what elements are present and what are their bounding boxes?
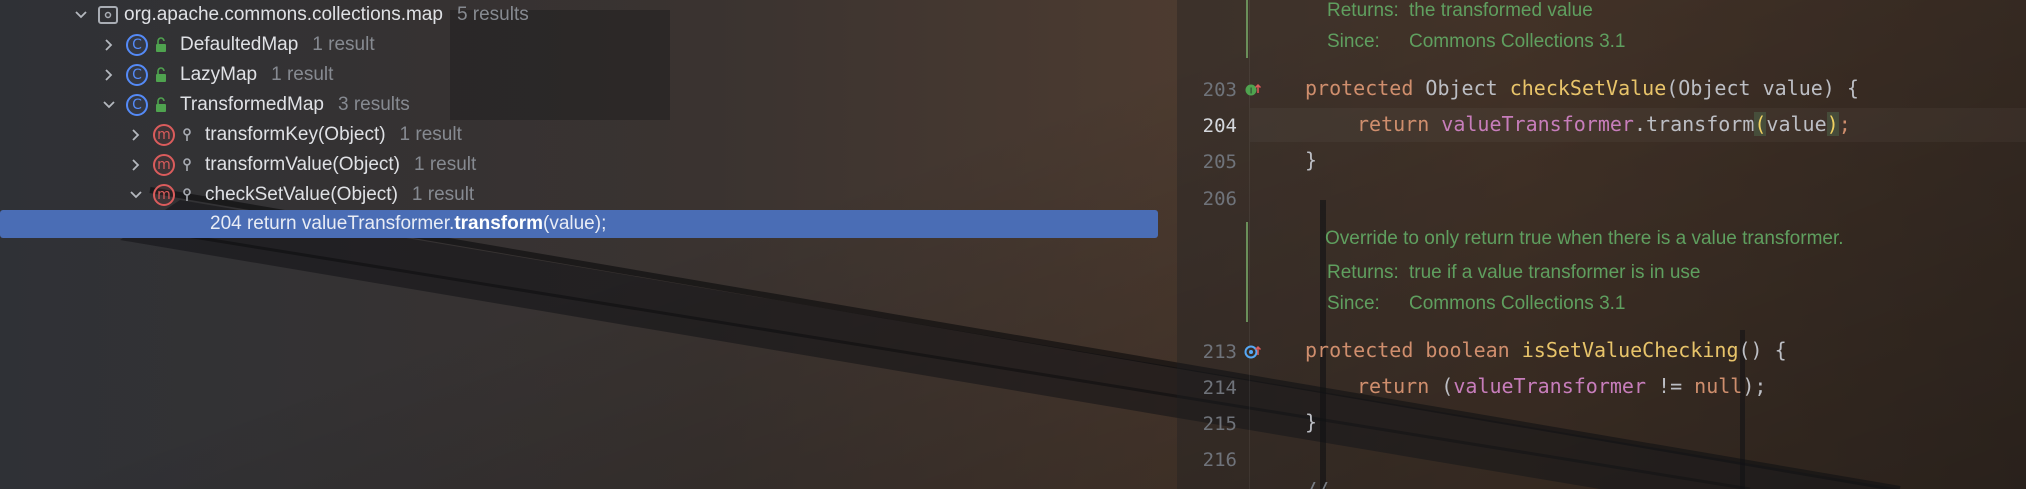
result-count: 1 result: [312, 34, 375, 55]
implementing-method-gutter-icon[interactable]: I: [1244, 81, 1262, 99]
result-count: 1 result: [411, 184, 475, 205]
doc-comment-bar: [1246, 0, 1248, 58]
line-number: 205: [1202, 151, 1237, 173]
doc-summary: Override to only return true when there …: [1325, 228, 1844, 249]
method-name: transformKey(Object): [205, 124, 386, 145]
chevron-down-icon[interactable]: [127, 186, 145, 204]
line-number: 214: [1202, 377, 1237, 399]
find-results-tree: org.apache.commons.collections.map 5 res…: [0, 0, 1175, 489]
line-number-current: 204: [1202, 115, 1237, 137]
code-line-215: }: [1305, 410, 1318, 434]
result-count: 1 result: [399, 124, 462, 145]
line-number: 213: [1202, 341, 1237, 363]
result-count: 1 result: [414, 154, 477, 175]
method-icon: m: [153, 154, 175, 176]
tree-row-package[interactable]: org.apache.commons.collections.map 5 res…: [0, 0, 1160, 30]
class-icon: C: [126, 94, 148, 116]
tree-row-class[interactable]: C DefaultedMap 1 result: [0, 30, 1160, 60]
public-lock-icon: [154, 97, 168, 113]
method-name: transformValue(Object): [205, 154, 400, 175]
chevron-right-icon[interactable]: [100, 36, 118, 54]
usage-suffix: (value);: [543, 213, 607, 234]
doc-since: Since: Commons Collections 3.1: [1327, 293, 1626, 314]
result-count: 3 results: [337, 94, 410, 115]
line-number: 216: [1202, 449, 1237, 471]
overriding-method-gutter-icon[interactable]: [1244, 343, 1262, 361]
chevron-right-icon[interactable]: [100, 66, 118, 84]
class-name: LazyMap: [180, 64, 258, 85]
code-line-213: protected boolean isSetValueChecking() {: [1305, 338, 1787, 362]
code-editor-preview[interactable]: Returns: the transformed value Since: Comm…: [1177, 0, 2026, 489]
chevron-down-icon[interactable]: [100, 96, 118, 114]
protected-key-icon: [181, 187, 193, 203]
chevron-down-icon[interactable]: [72, 6, 90, 24]
code-line-217-comment: //: [1305, 478, 1329, 489]
gutter-divider: [1249, 0, 1250, 489]
doc-returns: Returns: true if a value transformer is i…: [1327, 262, 1701, 283]
line-number: 203: [1202, 79, 1237, 101]
line-number: 215: [1202, 413, 1237, 435]
code-line-205: }: [1305, 148, 1318, 172]
class-icon: C: [126, 64, 148, 86]
class-name: DefaultedMap: [180, 34, 299, 55]
tree-row-method[interactable]: m checkSetValue(Object) 1 result: [0, 180, 1160, 210]
svg-text:I: I: [1250, 87, 1252, 96]
code-line-214: return (valueTransformer != null);: [1357, 374, 1767, 398]
tree-row-class[interactable]: C TransformedMap 3 results: [0, 90, 1160, 120]
tree-row-method[interactable]: m transformKey(Object) 1 result: [0, 120, 1160, 150]
doc-returns: Returns: the transformed value: [1327, 0, 1593, 21]
method-icon: m: [153, 124, 175, 146]
class-name: TransformedMap: [180, 94, 324, 115]
result-count: 1 result: [271, 64, 334, 85]
method-name: checkSetValue(Object): [205, 184, 398, 205]
line-number: 206: [1202, 188, 1237, 210]
doc-comment-bar: [1246, 222, 1248, 322]
result-count: 5 results: [456, 4, 529, 25]
doc-since: Since: Commons Collections 3.1: [1327, 31, 1626, 52]
public-lock-icon: [154, 67, 168, 83]
class-icon: C: [126, 34, 148, 56]
public-lock-icon: [154, 37, 168, 53]
tree-row-method[interactable]: m transformValue(Object) 1 result: [0, 150, 1160, 180]
protected-key-icon: [181, 157, 193, 173]
chevron-right-icon[interactable]: [127, 156, 145, 174]
usage-match: transform: [454, 213, 543, 234]
selected-usage-row[interactable]: 204 return valueTransformer. transform (va…: [0, 210, 1158, 238]
code-line-203: protected Object checkSetValue(Object va…: [1305, 76, 1859, 100]
protected-key-icon: [181, 127, 193, 143]
tree-row-class[interactable]: C LazyMap 1 result: [0, 60, 1160, 90]
package-name: org.apache.commons.collections.map: [124, 4, 443, 25]
package-icon: [98, 6, 118, 24]
code-line-204: return valueTransformer.transform(value)…: [1357, 112, 1851, 136]
chevron-right-icon[interactable]: [127, 126, 145, 144]
usage-prefix: 204 return valueTransformer.: [210, 213, 455, 234]
method-icon: m: [153, 184, 175, 206]
